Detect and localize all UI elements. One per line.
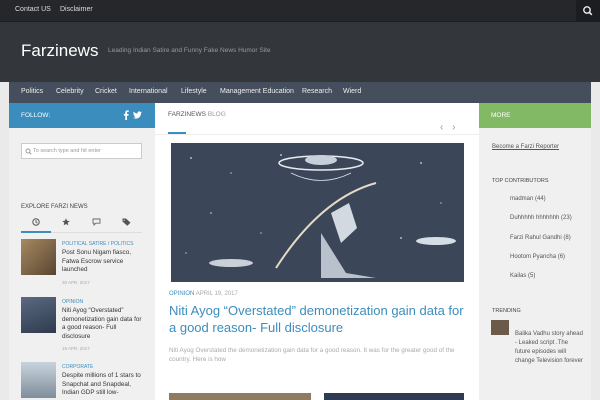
nav-item-research[interactable]: Research xyxy=(302,88,332,95)
become-reporter-link[interactable]: Become a Farzi Reporter xyxy=(492,144,559,150)
featured-category[interactable]: OPINION xyxy=(169,291,194,297)
chevron-right-icon[interactable]: › xyxy=(452,122,455,133)
sidebar-search-input[interactable]: To search type and hit enter xyxy=(21,143,142,159)
blog-heading-underline xyxy=(168,132,186,134)
contributor-item[interactable]: Farzi Rahul Gandhi (8) xyxy=(510,235,571,241)
post-category[interactable]: CORPORATE xyxy=(62,364,93,370)
contributor-item[interactable]: Hootom Pyancha (6) xyxy=(510,254,565,260)
search-icon xyxy=(583,6,593,16)
main-nav: Politics Celebrity Cricket International… xyxy=(9,82,591,103)
post-category[interactable]: OPINION xyxy=(62,299,83,305)
more-bar: MORE xyxy=(479,103,591,128)
more-label: MORE xyxy=(491,112,511,119)
featured-date: APRIL 19, 2017 xyxy=(195,291,238,297)
featured-excerpt: Niti Ayog Overstated the demonetization … xyxy=(169,347,455,363)
next-post-thumbnail[interactable] xyxy=(324,393,464,400)
featured-meta: OPINION APRIL 19, 2017 xyxy=(169,291,238,297)
nav-item-wierd[interactable]: Wierd xyxy=(343,88,361,95)
post-thumbnail[interactable] xyxy=(21,362,56,398)
tab-comments[interactable] xyxy=(81,213,111,233)
twitter-icon[interactable] xyxy=(133,111,142,119)
search-icon xyxy=(25,148,32,155)
comment-icon xyxy=(92,218,101,226)
tag-icon xyxy=(122,218,131,226)
sidebar-post[interactable]: POLITICAL SATIRE / POLITICS Post Sonu Ni… xyxy=(21,239,142,289)
post-thumbnail[interactable] xyxy=(21,239,56,275)
post-date: 30 APR, 2017 xyxy=(62,280,90,285)
follow-bar: FOLLOW: xyxy=(9,103,155,128)
explore-tabs xyxy=(21,213,142,233)
post-thumbnail[interactable] xyxy=(21,297,56,333)
tab-popular[interactable] xyxy=(51,213,81,233)
nav-item-management-education[interactable]: Management Education xyxy=(220,88,294,95)
disclaimer-link[interactable]: Disclaimer xyxy=(60,6,93,13)
nav-item-lifestyle[interactable]: Lifestyle xyxy=(181,88,207,95)
nav-item-politics[interactable]: Politics xyxy=(21,88,43,95)
featured-image[interactable] xyxy=(171,143,464,282)
blog-heading-label: FARZINEWS xyxy=(168,111,206,118)
post-title[interactable]: Niti Ayog “Overstated” demonetization ga… xyxy=(62,307,144,341)
contributor-item[interactable]: Duhhhhh hhhhhhh (23) xyxy=(510,215,572,221)
site-title[interactable]: Farzinews xyxy=(21,41,98,61)
clock-icon xyxy=(32,218,40,226)
contributor-item[interactable]: madman (44) xyxy=(510,196,546,202)
featured-title[interactable]: Niti Ayog “Overstated” demonetization ga… xyxy=(169,302,469,336)
featured-illustration xyxy=(171,143,464,282)
post-date: 19 APR, 2017 xyxy=(62,346,90,351)
site-header: Farzinews Leading Indian Satire and Funn… xyxy=(0,22,600,82)
nav-item-international[interactable]: International xyxy=(129,88,168,95)
trending-thumbnail[interactable] xyxy=(491,320,509,335)
post-title[interactable]: Despite millions of 1 stars to Snapchat … xyxy=(62,372,144,398)
chevron-left-icon[interactable]: ‹ xyxy=(440,122,443,133)
tab-tags[interactable] xyxy=(111,213,141,233)
blog-divider xyxy=(155,134,479,135)
contact-us-link[interactable]: Contact US xyxy=(15,6,51,13)
trending-title[interactable]: Balika Vadhu story ahead - Leaked script… xyxy=(515,330,585,366)
star-icon xyxy=(62,218,70,226)
post-title[interactable]: Post Sonu Nigam fiasco, Fatwa Escrow ser… xyxy=(62,249,144,275)
top-contributors-heading: TOP CONTRIBUTORS xyxy=(492,178,549,184)
blog-heading-sub: BLOG xyxy=(207,111,226,118)
contributor-item[interactable]: Kailas (5) xyxy=(510,273,535,279)
slider-arrows: ‹ › xyxy=(440,122,461,133)
top-bar: Contact US Disclaimer xyxy=(0,0,600,22)
nav-item-cricket[interactable]: Cricket xyxy=(95,88,117,95)
sidebar-post[interactable]: CORPORATE Despite millions of 1 stars to… xyxy=(21,362,142,400)
top-search-button[interactable] xyxy=(576,0,600,22)
nav-item-celebrity[interactable]: Celebrity xyxy=(56,88,84,95)
site-tagline: Leading Indian Satire and Funny Fake New… xyxy=(108,47,271,54)
post-category[interactable]: POLITICAL SATIRE / POLITICS xyxy=(62,241,133,247)
explore-heading: EXPLORE FARZI NEWS xyxy=(21,204,88,210)
search-placeholder: To search type and hit enter xyxy=(33,148,101,154)
blog-heading: FARZINEWS BLOG xyxy=(168,111,226,118)
facebook-icon[interactable] xyxy=(122,110,130,120)
trending-heading: TRENDING xyxy=(492,308,521,314)
sidebar-post[interactable]: OPINION Niti Ayog “Overstated” demonetiz… xyxy=(21,297,142,355)
tab-recent[interactable] xyxy=(21,213,51,233)
next-post-thumbnail[interactable] xyxy=(169,393,311,400)
follow-label: FOLLOW: xyxy=(21,112,51,119)
